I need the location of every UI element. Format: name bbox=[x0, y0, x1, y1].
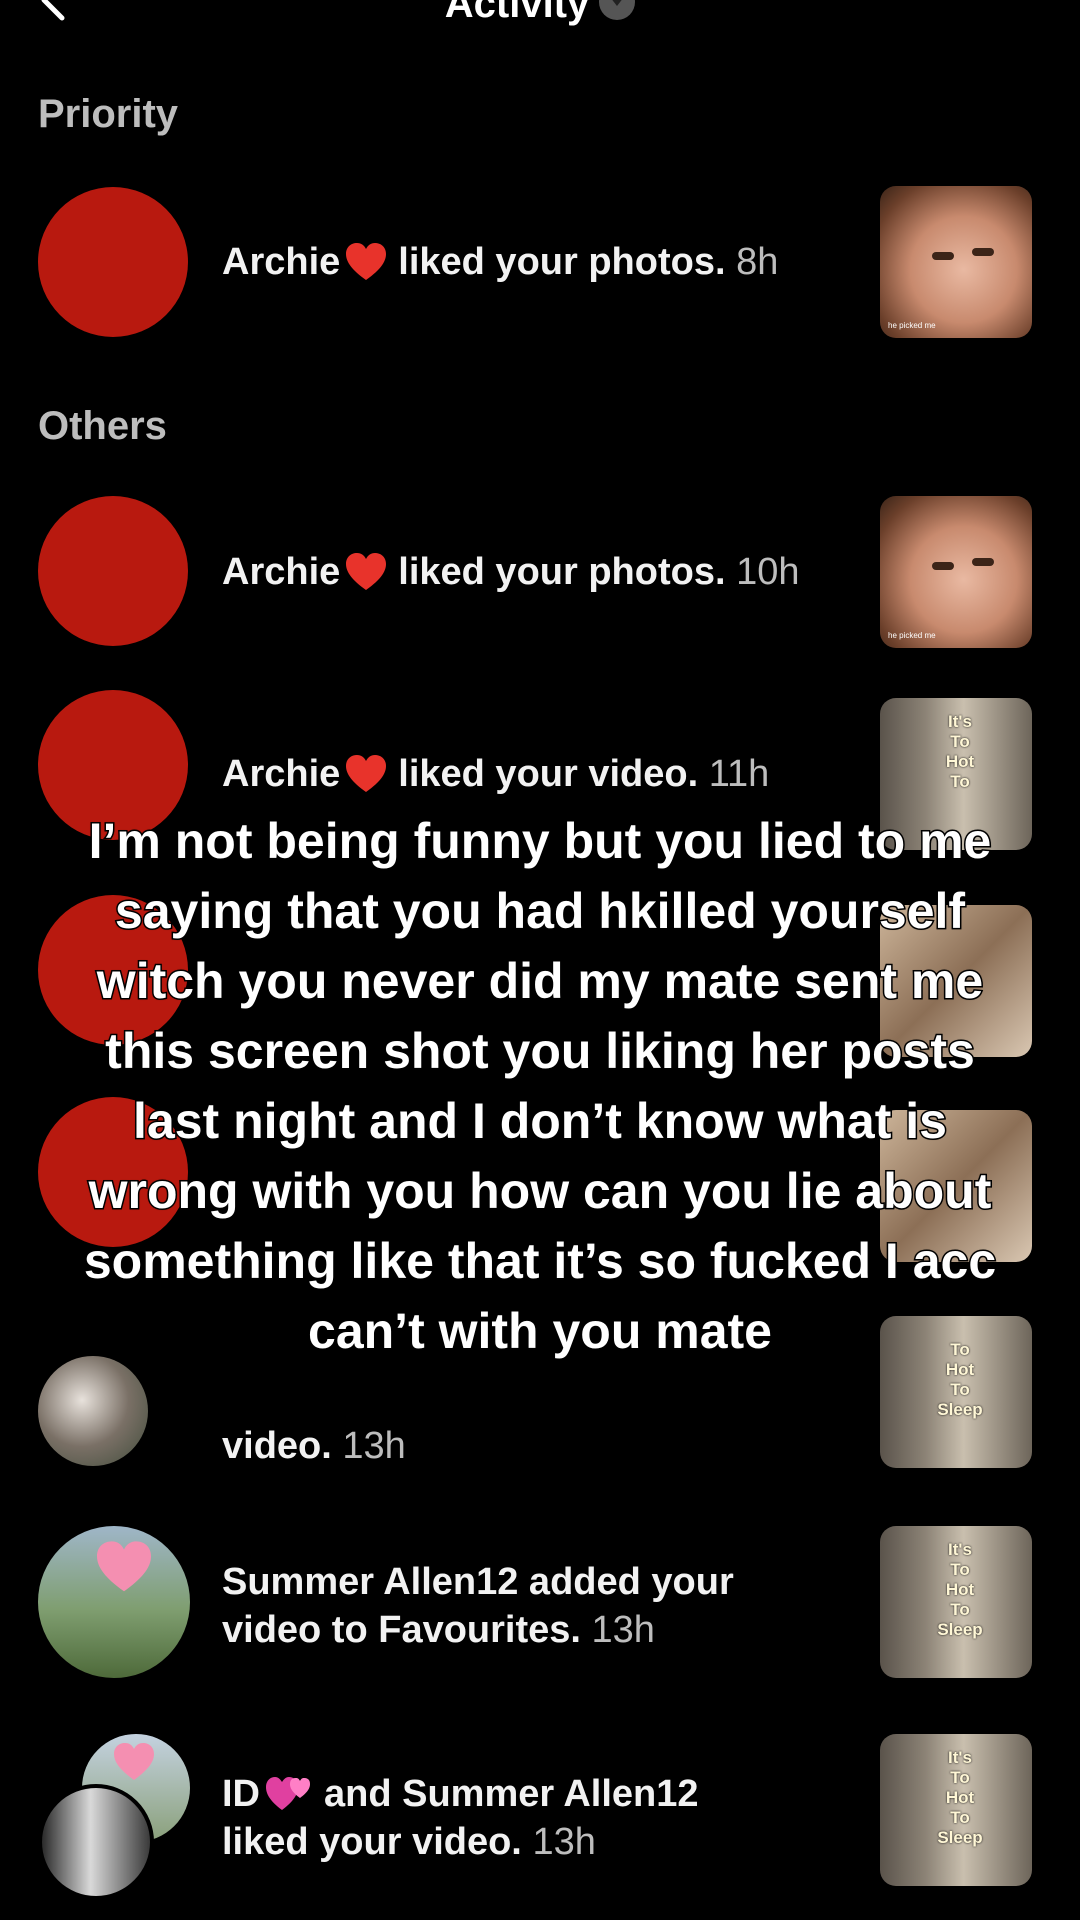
header: Activity bbox=[0, 0, 1080, 40]
overlay-caption: I’m not being funny but you lied to me s… bbox=[82, 812, 997, 1361]
activity-row-priority[interactable]: Archie liked your photos. 8h he picked me bbox=[0, 186, 1080, 338]
section-others-label: Others bbox=[38, 404, 167, 448]
chevron-down-icon[interactable] bbox=[599, 0, 636, 21]
pink-heart-icon bbox=[114, 1743, 154, 1780]
avatar[interactable] bbox=[38, 1784, 154, 1900]
post-thumbnail[interactable]: he picked me bbox=[880, 496, 1032, 648]
avatar[interactable] bbox=[38, 496, 188, 646]
activity-text: Archie liked your video. 11h bbox=[222, 753, 770, 795]
two-hearts-icon bbox=[266, 1777, 310, 1810]
activity-row[interactable]: ID and Summer Allen12 liked your video. 1… bbox=[0, 1734, 1080, 1900]
thumbnail-caption: It's To Hot To Sleep bbox=[937, 1748, 983, 1847]
post-thumbnail[interactable]: he picked me bbox=[880, 186, 1032, 338]
avatar[interactable] bbox=[38, 187, 188, 337]
red-heart-icon bbox=[346, 755, 387, 792]
activity-text: Summer Allen12 added your video to Favou… bbox=[222, 1561, 734, 1651]
avatar[interactable] bbox=[38, 1526, 190, 1678]
post-thumbnail[interactable]: It's To Hot To Sleep bbox=[880, 1734, 1032, 1886]
post-thumbnail[interactable]: It's To Hot To Sleep bbox=[880, 1526, 1032, 1678]
activity-text: Archie liked your photos. 8h bbox=[222, 241, 779, 283]
red-heart-icon bbox=[346, 243, 387, 280]
thumbnail-caption: It's To Hot To bbox=[945, 712, 975, 791]
pink-heart-icon bbox=[97, 1541, 151, 1592]
avatar[interactable] bbox=[38, 1356, 148, 1466]
activity-row[interactable]: Archie liked your photos. 10h he picked m… bbox=[0, 496, 1080, 648]
activity-text: Archie liked your photos. 10h bbox=[222, 551, 800, 593]
section-priority-label: Priority bbox=[38, 92, 179, 136]
red-heart-icon bbox=[346, 553, 387, 590]
thumbnail-caption: It's To Hot To Sleep bbox=[937, 1540, 983, 1639]
activity-text: video. 13h bbox=[222, 1425, 406, 1467]
activity-text: ID and Summer Allen12 liked your video. 1… bbox=[222, 1773, 699, 1863]
activity-row[interactable]: Summer Allen12 added your video to Favou… bbox=[0, 1526, 1080, 1678]
page-title[interactable]: Activity bbox=[0, 0, 1080, 27]
